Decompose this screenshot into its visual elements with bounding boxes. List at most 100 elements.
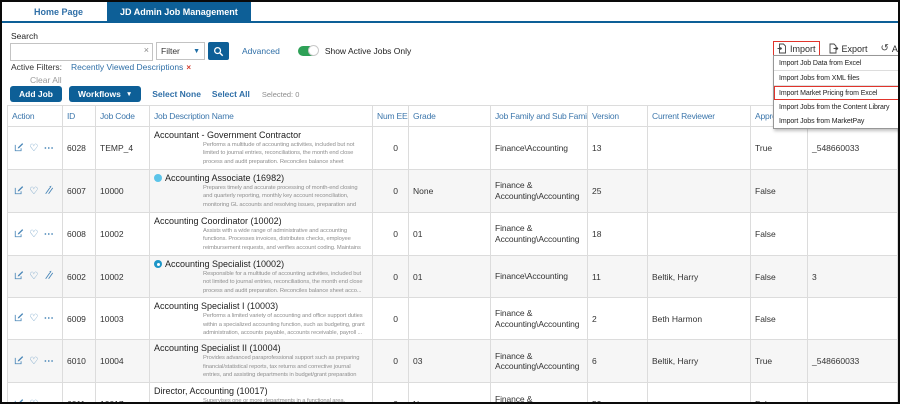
cell-id: 6002 [63, 256, 96, 298]
more-actions-icon[interactable]: ⋯ [44, 356, 54, 367]
table-row[interactable]: ♡ ⋯ 6009 10003 Accounting Specialist I (… [8, 298, 898, 340]
import-menu-item[interactable]: Import Job Data from Excel [774, 56, 899, 70]
active-jobs-toggle[interactable] [298, 46, 318, 56]
chevron-down-icon: ▼ [193, 48, 200, 55]
cell-num-ees: 0 [373, 340, 409, 383]
job-title-text[interactable]: Director, Accounting (10017) [154, 386, 268, 396]
edit-icon[interactable] [14, 142, 24, 155]
advanced-link[interactable]: Advanced [242, 46, 280, 56]
export-button[interactable]: Export [829, 43, 868, 54]
job-title-text[interactable]: Accounting Specialist (10002) [165, 259, 284, 269]
header-version[interactable]: Version [588, 106, 648, 127]
header-job-code[interactable]: Job Code [96, 106, 150, 127]
table-row[interactable]: ♡ ⋯ 6010 10004 Accounting Specialist II … [8, 340, 898, 383]
cell-current-reviewer [648, 127, 751, 170]
workflow-icon[interactable] [44, 185, 54, 198]
workflow-icon[interactable] [44, 270, 54, 283]
favorite-icon[interactable]: ♡ [29, 229, 38, 240]
history-icon: ↺ [881, 44, 889, 54]
search-button[interactable] [208, 42, 229, 60]
header-current-reviewer[interactable]: Current Reviewer [648, 106, 751, 127]
import-menu-item[interactable]: Import Jobs from the Content Library [774, 100, 899, 114]
job-description-text: Responsible for a multitude of accountin… [203, 270, 368, 295]
status-icon [154, 174, 162, 182]
import-menu-item[interactable]: Import Jobs from XML files [774, 70, 899, 85]
header-job-description-name[interactable]: Job Description Name [150, 106, 373, 127]
header-grade[interactable]: Grade [409, 106, 491, 127]
job-title-text[interactable]: Accounting Specialist II (10004) [154, 343, 281, 353]
cell-extra: _548660033 [808, 340, 898, 383]
cell-job-description: Accountant - Government Contractor Perfo… [150, 127, 373, 170]
table-row[interactable]: ♡ ⋯ 6007 10000 Accounting Associate (169… [8, 170, 898, 213]
cell-job-family: Finance & Accounting\Accounting [491, 298, 588, 340]
edit-icon[interactable] [14, 228, 24, 241]
add-job-button[interactable]: Add Job [10, 86, 62, 102]
favorite-icon[interactable]: ♡ [29, 271, 38, 282]
cell-current-reviewer [648, 170, 751, 213]
table-row[interactable]: ♡ ⋯ 6028 TEMP_4 Accountant - Government … [8, 127, 898, 170]
more-actions-icon[interactable]: ⋯ [44, 143, 54, 154]
filter-chip[interactable]: Recently Viewed Descriptions [71, 62, 183, 72]
cell-id: 6011 [63, 383, 96, 404]
favorite-icon[interactable]: ♡ [29, 186, 38, 197]
header-job-family[interactable]: Job Family and Sub Family [491, 106, 588, 127]
job-title-text[interactable]: Accounting Specialist I (10003) [154, 301, 278, 311]
favorite-icon[interactable]: ♡ [29, 143, 38, 154]
import-highlight-frame: Import [773, 41, 820, 56]
clear-search-icon[interactable]: × [144, 45, 149, 56]
import-button[interactable]: Import [777, 43, 816, 54]
table-row[interactable]: ♡ ⋯ 6002 10002 Accounting Specialist (10… [8, 256, 898, 298]
archive-button[interactable]: ↺ Archive [881, 44, 900, 54]
cell-grade: 01 [409, 256, 491, 298]
cell-version: 2 [588, 298, 648, 340]
favorite-icon[interactable]: ♡ [29, 399, 38, 404]
archive-button-label: Archive [892, 44, 900, 54]
job-description-text: Provides advanced paraprofessional suppo… [203, 354, 368, 380]
cell-id: 6010 [63, 340, 96, 383]
select-none-link[interactable]: Select None [152, 89, 201, 99]
import-menu-item[interactable]: Import Market Pricing from Excel [774, 85, 899, 100]
import-menu-item[interactable]: Import Jobs from MarketPay [774, 114, 899, 128]
cell-extra: 3 [808, 256, 898, 298]
favorite-icon[interactable]: ♡ [29, 356, 38, 367]
workflows-button[interactable]: Workflows ▼ [69, 86, 141, 102]
cell-num-ees: 0 [373, 170, 409, 213]
cell-job-description: Accounting Coordinator (10002) Assists w… [150, 213, 373, 256]
edit-icon[interactable] [14, 185, 24, 198]
cell-id: 6028 [63, 127, 96, 170]
more-actions-icon[interactable]: ⋯ [44, 399, 54, 404]
edit-icon[interactable] [14, 355, 24, 368]
header-num-ees[interactable]: Num EEs [373, 106, 409, 127]
job-title-text[interactable]: Accountant - Government Contractor [154, 130, 301, 140]
filter-dropdown[interactable]: Filter ▼ [156, 42, 205, 60]
header-action[interactable]: Action [8, 106, 63, 127]
cell-version: 6 [588, 340, 648, 383]
cell-job-code: 10003 [96, 298, 150, 340]
table-row[interactable]: ♡ ⋯ 6011 10017 Director, Accounting (100… [8, 383, 898, 404]
search-input[interactable] [10, 43, 153, 61]
job-description-text: Supervises one or more departments in a … [203, 397, 368, 404]
cell-current-reviewer: Beltik, Harry [648, 340, 751, 383]
more-actions-icon[interactable]: ⋯ [44, 313, 54, 324]
remove-filter-icon[interactable]: × [186, 63, 191, 72]
edit-icon[interactable] [14, 270, 24, 283]
job-title-text[interactable]: Accounting Associate (16982) [165, 173, 284, 183]
header-id[interactable]: ID [63, 106, 96, 127]
search-label: Search [11, 31, 38, 41]
cell-job-description: Accounting Specialist II (10004) Provide… [150, 340, 373, 383]
tab-home-page[interactable]: Home Page [16, 2, 101, 21]
favorite-icon[interactable]: ♡ [29, 313, 38, 324]
clear-all-link[interactable]: Clear All [30, 75, 191, 85]
cell-job-family: Finance\Accounting [491, 127, 588, 170]
select-all-link[interactable]: Select All [212, 89, 250, 99]
more-actions-icon[interactable]: ⋯ [44, 229, 54, 240]
job-title-text[interactable]: Accounting Coordinator (10002) [154, 216, 282, 226]
cell-version: 59 [588, 383, 648, 404]
edit-icon[interactable] [14, 398, 24, 404]
toggle-label: Show Active Jobs Only [325, 46, 411, 56]
table-row[interactable]: ♡ ⋯ 6008 10002 Accounting Coordinator (1… [8, 213, 898, 256]
tab-jd-admin-job-management[interactable]: JD Admin Job Management [107, 2, 251, 21]
cell-approved: True [751, 340, 808, 383]
edit-icon[interactable] [14, 312, 24, 325]
active-filters-label: Active Filters: [11, 62, 62, 72]
